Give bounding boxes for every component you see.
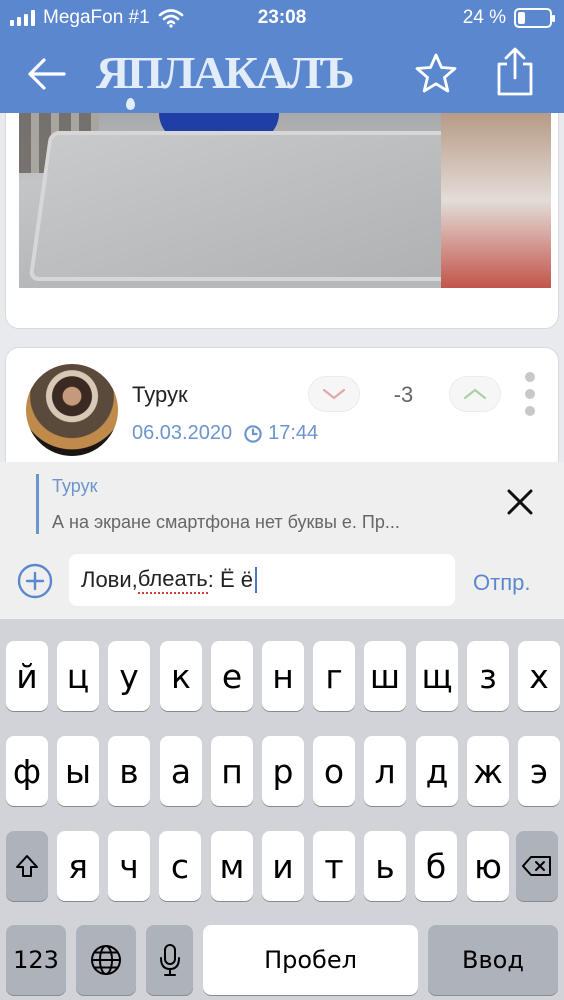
nav-bar: ЯПЛАКАЛЪ <box>0 38 564 113</box>
key-ж[interactable]: ж <box>467 736 509 806</box>
logo-drop-icon <box>126 98 135 110</box>
site-logo[interactable]: ЯПЛАКАЛЪ <box>96 46 355 99</box>
key-р[interactable]: р <box>262 736 304 806</box>
post-image[interactable] <box>19 113 551 288</box>
add-attachment-icon[interactable] <box>16 562 54 600</box>
key-я[interactable]: я <box>57 831 99 901</box>
key-х[interactable]: х <box>518 641 560 711</box>
key-э[interactable]: э <box>518 736 560 806</box>
key-д[interactable]: д <box>416 736 458 806</box>
key-п[interactable]: п <box>211 736 253 806</box>
reply-panel: Турук А на экране смартфона нет буквы е.… <box>0 462 564 619</box>
quote-bar <box>36 474 39 534</box>
comment-score: -3 <box>393 382 414 407</box>
key-й[interactable]: й <box>6 641 48 711</box>
clock-icon <box>244 424 262 443</box>
numbers-key[interactable]: 123 <box>6 925 66 995</box>
key-ч[interactable]: ч <box>108 831 150 901</box>
key-е[interactable]: е <box>211 641 253 711</box>
star-icon[interactable] <box>412 50 460 98</box>
vote-down-button[interactable] <box>308 376 360 412</box>
input-text-start: Лови, <box>81 567 138 592</box>
comment-time: 17:44 <box>268 422 319 444</box>
key-ю[interactable]: ю <box>467 831 509 901</box>
key-в[interactable]: в <box>108 736 150 806</box>
avatar[interactable] <box>26 364 118 456</box>
space-key[interactable]: Пробел <box>203 925 418 995</box>
key-ы[interactable]: ы <box>57 736 99 806</box>
globe-key[interactable] <box>76 925 136 995</box>
close-icon[interactable] <box>500 482 540 522</box>
shift-icon <box>16 855 38 877</box>
keyboard: 123 Пробел Ввод йцукенгшщзх фывапролджэ яч… <box>0 619 564 1000</box>
message-input[interactable]: Лови, блеать: Ё ё <box>69 554 455 606</box>
battery-percent: 24 % <box>462 7 506 28</box>
image-tray <box>28 131 510 281</box>
globe-icon <box>91 945 121 975</box>
battery-group: 24 % <box>462 7 555 29</box>
key-н[interactable]: н <box>262 641 304 711</box>
key-м[interactable]: м <box>211 831 253 901</box>
share-icon[interactable] <box>492 46 538 98</box>
chevron-down-icon <box>322 388 346 400</box>
microphone-icon <box>159 944 180 976</box>
send-button[interactable]: Отпр. <box>473 570 530 596</box>
back-arrow-icon[interactable] <box>22 52 70 96</box>
battery-icon <box>514 8 555 28</box>
key-т[interactable]: т <box>313 831 355 901</box>
image-right-objects <box>441 113 551 288</box>
comment-author[interactable]: Турук <box>132 382 188 408</box>
header: MegaFon #1 23:08 24 % ЯПЛАКАЛЪ <box>0 0 564 113</box>
key-о[interactable]: о <box>313 736 355 806</box>
vote-up-button[interactable] <box>449 376 501 412</box>
key-к[interactable]: к <box>160 641 202 711</box>
input-misspelled-word: блеать <box>137 566 208 594</box>
return-key[interactable]: Ввод <box>428 925 558 995</box>
comment-date: 06.03.2020 <box>132 422 233 444</box>
key-г[interactable]: г <box>313 641 355 711</box>
text-caret <box>255 567 258 593</box>
key-с[interactable]: с <box>159 831 201 901</box>
key-щ[interactable]: щ <box>416 641 458 711</box>
chevron-up-icon <box>463 388 487 400</box>
key-ф[interactable]: ф <box>6 736 48 806</box>
backspace-icon <box>522 856 551 876</box>
key-з[interactable]: з <box>467 641 509 711</box>
comment-timestamp: 06.03.2020 17:44 <box>132 422 318 445</box>
input-text-end: : Ё ё <box>207 567 254 592</box>
screen: Турук 06.03.2020 17:44 -3 MegaFon #1 23:… <box>0 0 564 1000</box>
key-ш[interactable]: ш <box>364 641 406 711</box>
quote-text: А на экране смартфона нет буквы е. Пр... <box>52 512 400 532</box>
key-а[interactable]: а <box>160 736 202 806</box>
dictation-key[interactable] <box>146 925 193 995</box>
more-options-icon[interactable] <box>524 372 536 416</box>
quote-author: Турук <box>52 476 98 496</box>
key-б[interactable]: б <box>415 831 457 901</box>
key-ц[interactable]: ц <box>57 641 99 711</box>
status-bar: MegaFon #1 23:08 24 % <box>0 0 564 38</box>
key-ь[interactable]: ь <box>364 831 406 901</box>
key-л[interactable]: л <box>364 736 406 806</box>
shift-key[interactable] <box>6 831 48 901</box>
backspace-key[interactable] <box>516 831 558 901</box>
post-card <box>5 100 559 329</box>
key-и[interactable]: и <box>262 831 304 901</box>
key-у[interactable]: у <box>108 641 150 711</box>
